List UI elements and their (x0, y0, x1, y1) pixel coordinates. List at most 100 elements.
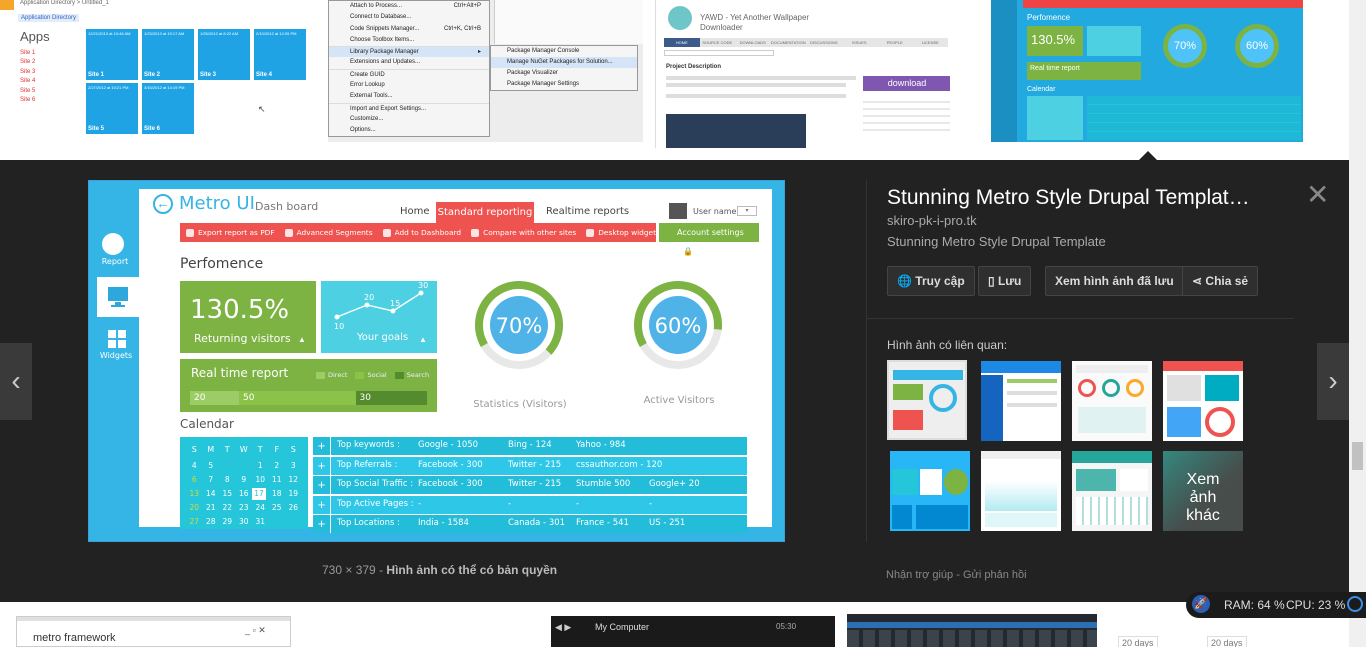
previous-image-button[interactable]: ‹ (0, 343, 32, 420)
nav-home[interactable]: Home (400, 206, 430, 217)
result-thumbnail-3[interactable]: YAWD - Yet Another Wallpaper Downloader … (655, 0, 950, 148)
nav-standard-reporting[interactable]: Standard reporting (436, 202, 534, 224)
share-button[interactable]: ⋖ Chia sẻ (1182, 266, 1259, 296)
calendar-date[interactable]: 16 (236, 488, 253, 500)
menu-item[interactable]: Code Snippets Manager... Ctrl+K, Ctrl+B (329, 24, 489, 35)
scrollbar-thumb[interactable] (1352, 442, 1363, 470)
toolbar-item[interactable]: Export report as PDF (186, 228, 275, 237)
calendar-date[interactable]: 13 (186, 488, 203, 500)
result-thumbnail-bottom-3[interactable]: ◀ ▶ My Computer 05:30 (551, 616, 835, 647)
yawd-tab[interactable]: ISSUES (842, 38, 878, 47)
calendar-date[interactable]: 10 (252, 474, 269, 486)
calendar-date[interactable]: 17 (252, 488, 266, 500)
calendar-date[interactable]: 22 (219, 502, 236, 514)
menu-item[interactable]: Extensions and Updates... (329, 57, 489, 68)
view-saved-button[interactable]: Xem hình ảnh đã lưu (1045, 266, 1184, 296)
expand-plus-icon[interactable]: + (313, 515, 331, 533)
calendar-date[interactable]: 27 (186, 516, 203, 528)
expand-plus-icon[interactable]: + (313, 456, 331, 475)
calendar-date[interactable]: 8 (219, 474, 236, 486)
see-more-images[interactable]: Xem ảnh khác (1163, 451, 1243, 531)
calendar-date[interactable]: 26 (285, 502, 302, 514)
calendar-date[interactable]: 2 (269, 460, 286, 472)
image-domain[interactable]: skiro-pk-i-pro.tk (887, 213, 977, 228)
feedback-link[interactable]: Gửi phản hồi (963, 569, 1027, 581)
related-image-6[interactable] (981, 451, 1061, 531)
yawd-tab[interactable]: PEOPLE (877, 38, 913, 47)
site-tile[interactable]: 2/10/2012 at 12:05 PM Site 4 (254, 29, 306, 80)
calendar-date[interactable]: 9 (236, 474, 253, 486)
back-arrow-icon[interactable]: ← (153, 194, 173, 214)
result-thumbnail-1[interactable]: Application Directory > Untitled_1 Appli… (0, 0, 316, 142)
site-tile[interactable]: 1/25/2012 at 8:22 AM Site 3 (198, 29, 250, 80)
calendar-date[interactable]: 19 (285, 488, 302, 500)
result-thumbnail-2[interactable]: Attach to Process... Ctrl+Alt+P Connect to… (328, 0, 643, 142)
calendar-date[interactable]: 31 (252, 516, 269, 528)
system-monitor-widget[interactable]: 🚀 RAM: 64 % CPU: 23 % (1186, 592, 1366, 618)
calendar-date[interactable]: 23 (236, 502, 253, 514)
menu-item[interactable]: External Tools... (329, 91, 489, 102)
tab-application-directory[interactable]: Application Directory (18, 14, 80, 22)
yawd-tab[interactable]: SOURCE CODE (700, 38, 736, 47)
submenu-item[interactable]: Package Visualizer (491, 68, 637, 79)
calendar-date[interactable]: 25 (269, 502, 286, 514)
user-dropdown[interactable]: ▾ (737, 206, 757, 216)
calendar-date[interactable]: 15 (219, 488, 236, 500)
expand-plus-icon[interactable]: + (313, 437, 331, 455)
calendar-date[interactable]: 21 (203, 502, 220, 514)
result-thumbnail-4[interactable]: Perfomence 130.5% 70% 60% Real time repo… (991, 0, 1303, 142)
calendar-date[interactable]: 6 (186, 474, 203, 486)
result-thumbnail-bottom-1[interactable]: metro framework _ ▫ ✕ (16, 616, 291, 647)
menu-item[interactable]: Error Lookup (329, 80, 489, 91)
help-link[interactable]: Nhận trợ giúp (886, 569, 953, 581)
expand-plus-icon[interactable]: + (313, 476, 331, 494)
site-link[interactable]: Site 2 (20, 58, 35, 67)
result-thumbnail-bottom-4[interactable] (847, 614, 1097, 647)
calendar-date[interactable]: 14 (203, 488, 220, 500)
close-icon[interactable]: ✕ (1306, 178, 1329, 211)
calendar-date[interactable]: 24 (252, 502, 269, 514)
related-image-5[interactable] (890, 451, 970, 531)
toolbar-item[interactable]: Advanced Segments (284, 228, 373, 237)
menu-item[interactable]: Attach to Process... Ctrl+Alt+P (329, 1, 489, 12)
yawd-tab[interactable]: LICENSE (913, 38, 949, 47)
site-link[interactable]: Site 6 (20, 96, 35, 105)
site-link[interactable]: Site 3 (20, 68, 35, 77)
yawd-tab[interactable]: HOME (664, 38, 700, 47)
related-image-1[interactable] (887, 360, 967, 440)
submenu-item[interactable]: Manage NuGet Packages for Solution... (491, 57, 637, 68)
menu-item[interactable]: Create GUID (329, 68, 489, 80)
menu-item[interactable]: Customize... (329, 114, 489, 125)
calendar-date[interactable]: 1 (252, 460, 269, 472)
page-scrollbar[interactable] (1349, 0, 1366, 647)
nav-realtime-reports[interactable]: Realtime reports (546, 206, 629, 217)
submenu-item[interactable]: Package Manager Console (491, 46, 637, 57)
yawd-search-input[interactable] (664, 50, 774, 56)
visit-button[interactable]: 🌐 Truy cập (887, 266, 975, 296)
download-button[interactable]: download (863, 76, 950, 91)
menu-item[interactable]: Connect to Database... (329, 12, 489, 23)
toolbar-item[interactable]: Desktop widgets (586, 228, 660, 237)
save-button[interactable]: ▯ Lưu (978, 266, 1032, 296)
site-tile[interactable]: 12/21/2013 at 10:46 AM Site 1 (86, 29, 138, 80)
yawd-tab[interactable]: DISCUSSIONS (806, 38, 842, 47)
menu-item[interactable]: Library Package Manager ▸ (329, 46, 489, 58)
calendar-date[interactable]: 11 (269, 474, 286, 486)
related-image-7[interactable] (1072, 451, 1152, 531)
expand-plus-icon[interactable]: + (313, 495, 331, 514)
calendar-date[interactable]: 12 (285, 474, 302, 486)
next-image-button[interactable]: › (1317, 343, 1349, 420)
calendar-date[interactable]: 20 (186, 502, 203, 514)
toolbar-item[interactable]: Add to Dashboard (382, 228, 461, 237)
menu-item[interactable]: Import and Export Settings... (329, 102, 489, 114)
calendar-date[interactable]: 5 (203, 460, 220, 472)
site-tile[interactable]: 2/27/2012 at 10:21 PM Site 5 (86, 83, 138, 134)
toolbar-item[interactable]: Compare with other sites (471, 228, 576, 237)
related-image-4[interactable] (1163, 361, 1243, 441)
calendar-date[interactable]: 7 (203, 474, 220, 486)
image-title[interactable]: Stunning Metro Style Drupal Templat… (887, 186, 1250, 210)
calendar-date[interactable]: 18 (269, 488, 286, 500)
site-tile[interactable]: 1/23/2013 at 10:17 AM Site 2 (142, 29, 194, 80)
site-link[interactable]: Site 4 (20, 77, 35, 86)
image-preview[interactable]: Report Widgets ← Metro UI Dash board Hom… (88, 180, 785, 542)
